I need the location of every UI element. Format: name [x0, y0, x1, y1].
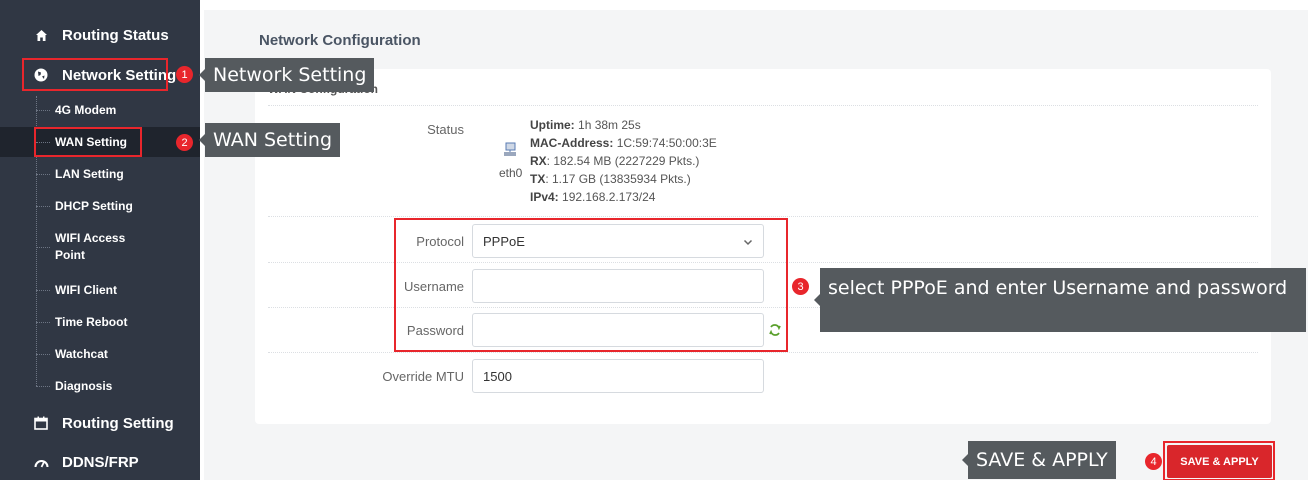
mtu-input[interactable]: 1500 — [472, 359, 764, 393]
step-badge-1: 1 — [176, 66, 193, 83]
sidebar-subitem-wifi-access-point[interactable]: WIFI Access Point — [0, 226, 150, 268]
tx-value: : 1.17 GB (13835934 Pkts.) — [545, 172, 691, 186]
sidebar-item-ddns-frp[interactable]: DDNS/FRP — [0, 444, 200, 480]
callout-network-setting: Network Setting — [198, 58, 375, 92]
home-icon — [32, 26, 50, 44]
page-title: Network Configuration — [259, 32, 421, 49]
network-port-icon — [503, 142, 517, 163]
sidebar-item-label: 4G Modem — [55, 103, 117, 117]
highlight-box-credentials — [394, 218, 788, 352]
uptime-value: 1h 38m 25s — [578, 118, 641, 132]
sidebar-subitem-watchcat[interactable]: Watchcat — [0, 339, 200, 369]
calendar-icon — [32, 414, 50, 432]
ipv4-value: 192.168.2.173/24 — [562, 190, 656, 204]
sidebar-item-label: WIFI Client — [55, 283, 117, 297]
sidebar-subitem-time-reboot[interactable]: Time Reboot — [0, 307, 200, 337]
sidebar-item-label: Routing Status — [62, 26, 169, 44]
mac-key: MAC-Address: — [530, 136, 614, 150]
sidebar-subitem-4g-modem[interactable]: 4G Modem — [0, 95, 200, 125]
sidebar-item-routing-status[interactable]: Routing Status — [0, 17, 200, 53]
mac-value: 1C:59:74:50:00:3E — [616, 136, 717, 150]
callout-pppoe-credentials: select PPPoE and enter Username and pass… — [814, 268, 1306, 332]
sidebar-subitem-lan-setting[interactable]: LAN Setting — [0, 159, 200, 189]
step-badge-2: 2 — [176, 134, 193, 151]
divider — [268, 352, 1258, 353]
sidebar-item-label: DHCP Setting — [55, 199, 133, 213]
tx-key: TX — [530, 172, 546, 186]
divider — [268, 105, 1258, 106]
callout-save-apply: SAVE & APPLY — [962, 441, 1116, 479]
sidebar-subitem-diagnosis[interactable]: Diagnosis — [0, 371, 200, 401]
ipv4-key: IPv4: — [530, 190, 559, 204]
step-badge-4: 4 — [1145, 453, 1162, 470]
interface-name: eth0 — [499, 166, 523, 180]
highlight-box-wan-setting — [34, 127, 142, 157]
sidebar-item-label: LAN Setting — [55, 167, 124, 181]
sidebar-item-label: Time Reboot — [55, 315, 128, 329]
step-badge-3: 3 — [792, 278, 809, 295]
status-details: Uptime: 1h 38m 25s MAC-Address: 1C:59:74… — [530, 116, 717, 206]
status-label: Status — [427, 122, 464, 137]
sidebar-item-label: Diagnosis — [55, 379, 113, 393]
mtu-label: Override MTU — [382, 369, 464, 384]
speedometer-icon — [32, 453, 50, 471]
sidebar-subitem-dhcp-setting[interactable]: DHCP Setting — [0, 191, 200, 221]
sidebar-item-label: Routing Setting — [62, 414, 174, 432]
uptime-key: Uptime: — [530, 118, 575, 132]
sidebar-item-label: WIFI Access Point — [55, 231, 126, 262]
rx-value: : 182.54 MB (2227229 Pkts.) — [546, 154, 700, 168]
sidebar-item-label: Watchcat — [55, 347, 108, 361]
divider — [268, 216, 1258, 217]
highlight-box-save — [1163, 441, 1275, 480]
sidebar-item-routing-setting[interactable]: Routing Setting — [0, 405, 200, 441]
sidebar-subitem-wifi-client[interactable]: WIFI Client — [0, 275, 200, 305]
sidebar-item-label: DDNS/FRP — [62, 453, 139, 471]
callout-wan-setting: WAN Setting — [198, 123, 341, 157]
rx-key: RX — [530, 154, 547, 168]
highlight-box-network-setting — [22, 58, 168, 91]
